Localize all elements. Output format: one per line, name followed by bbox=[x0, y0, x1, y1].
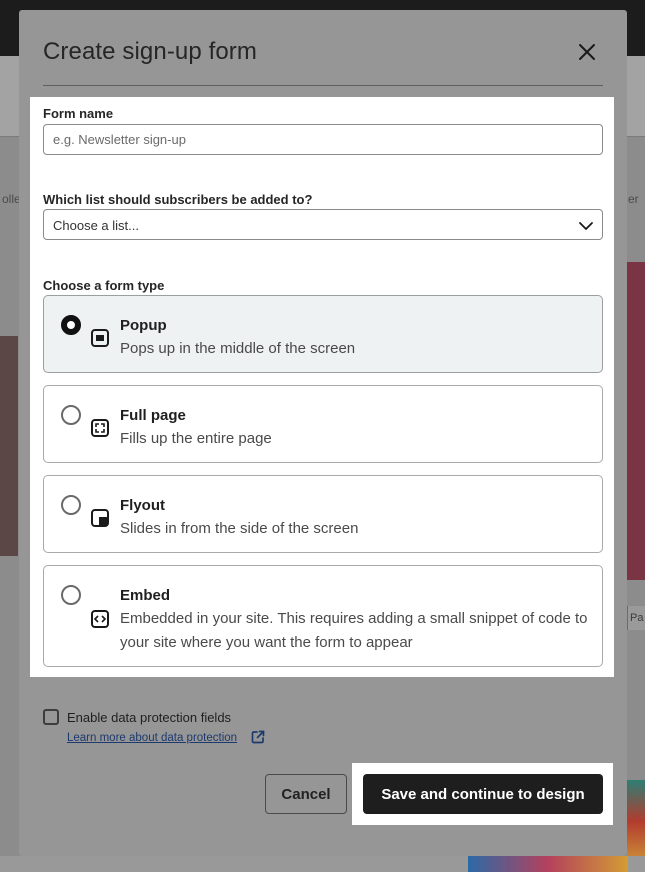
option-desc-popup: Pops up in the middle of the screen bbox=[120, 340, 356, 357]
learn-more-link[interactable]: Learn more about data protection bbox=[67, 732, 237, 744]
radio-popup[interactable] bbox=[61, 315, 81, 335]
form-type-option-embed[interactable]: Embed Embedded in your site. This requir… bbox=[43, 565, 603, 667]
list-select-value: Choose a list... bbox=[53, 218, 139, 233]
background-image-right bbox=[627, 262, 645, 580]
list-select-dropdown[interactable]: Choose a list... bbox=[43, 209, 603, 240]
radio-embed[interactable] bbox=[61, 585, 81, 605]
chevron-down-icon bbox=[579, 222, 593, 230]
close-icon bbox=[579, 44, 595, 60]
save-and-continue-button[interactable]: Save and continue to design bbox=[363, 774, 603, 814]
full-page-icon bbox=[90, 418, 110, 438]
background-text-right: er bbox=[628, 192, 639, 206]
data-protection-label: Enable data protection fields bbox=[67, 710, 232, 725]
form-name-label: Form name bbox=[43, 106, 114, 121]
option-title-embed: Embed bbox=[120, 587, 171, 604]
background-text-left: olle bbox=[2, 192, 21, 206]
option-desc-flyout: Slides in from the side of the screen bbox=[120, 520, 359, 537]
option-title-popup: Popup bbox=[120, 317, 167, 334]
option-desc-full-page: Fills up the entire page bbox=[120, 430, 272, 447]
background-bottom-artwork bbox=[468, 856, 628, 872]
background-image-left bbox=[0, 336, 18, 556]
list-select-label: Which list should subscribers be added t… bbox=[43, 192, 313, 207]
modal-title: Create sign-up form bbox=[43, 38, 257, 65]
modal-title-divider bbox=[43, 85, 603, 86]
option-desc-embed: Embedded in your site. This requires add… bbox=[120, 610, 588, 651]
embed-icon bbox=[90, 609, 110, 629]
radio-flyout[interactable] bbox=[61, 495, 81, 515]
data-protection-checkbox[interactable] bbox=[43, 709, 59, 725]
radio-full-page[interactable] bbox=[61, 405, 81, 425]
close-button[interactable] bbox=[575, 40, 599, 64]
option-title-flyout: Flyout bbox=[120, 497, 165, 514]
form-type-option-flyout[interactable]: Flyout Slides in from the side of the sc… bbox=[43, 475, 603, 553]
cancel-button[interactable]: Cancel bbox=[265, 774, 347, 814]
form-name-input[interactable] bbox=[43, 124, 603, 155]
background-tag-text: Pa bbox=[630, 612, 644, 624]
option-title-full-page: Full page bbox=[120, 407, 186, 424]
flyout-icon bbox=[90, 508, 110, 528]
popup-icon bbox=[90, 328, 110, 348]
form-type-option-popup[interactable]: Popup Pops up in the middle of the scree… bbox=[43, 295, 603, 373]
form-type-label: Choose a form type bbox=[43, 278, 165, 293]
form-type-option-full-page[interactable]: Full page Fills up the entire page bbox=[43, 385, 603, 463]
external-link-icon[interactable] bbox=[250, 729, 266, 745]
